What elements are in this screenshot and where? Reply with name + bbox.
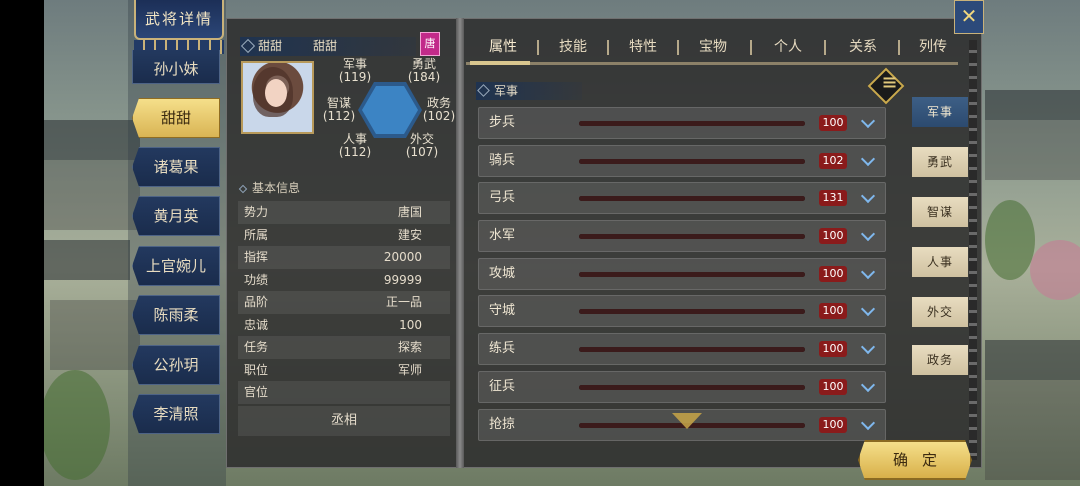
basic-info-heading: 基本信息 [238, 179, 300, 196]
diamond-icon [240, 38, 256, 54]
chevron-down-icon[interactable] [860, 151, 876, 166]
chevron-down-icon[interactable] [860, 264, 876, 279]
category-valor[interactable]: 勇武 [912, 147, 968, 177]
skill-list: 步兵 100 骑兵 102 弓兵 131 水军 100 攻城 100 守城 100 练兵 10… [478, 107, 886, 446]
stat-military: 军事 (119) [338, 57, 372, 84]
character-item[interactable]: 公孙玥 [132, 345, 220, 385]
skill-row[interactable]: 练兵 100 [478, 333, 886, 366]
tab-attributes[interactable]: 属性 [473, 34, 533, 60]
tab-active-indicator [470, 61, 530, 65]
chevron-down-icon[interactable] [860, 377, 876, 392]
info-row: 官位 [238, 381, 450, 404]
stat-diplomacy: 外交 (107) [405, 132, 439, 159]
chevron-down-icon[interactable] [860, 189, 876, 204]
skill-row[interactable]: 骑兵 102 [478, 144, 886, 177]
skill-row[interactable]: 弓兵 131 [478, 182, 886, 215]
chevron-down-icon[interactable] [860, 113, 876, 129]
info-row: 忠诚 100 [244, 317, 422, 332]
diamond-icon [477, 84, 490, 97]
info-row: 所属 建安 [244, 227, 422, 242]
tab-underline [466, 62, 958, 65]
section-heading: 军事 [476, 82, 582, 100]
diamond-icon [238, 184, 248, 194]
character-item[interactable]: 孙小妹 [132, 50, 220, 84]
basic-info-table: 势力 唐国 所属 建安 指挥 20000 功绩 99999 品阶 正一品 忠诚 100 任务… [238, 201, 450, 404]
tab-relations[interactable]: 关系 [833, 34, 893, 60]
stat-valor: 勇武 (184) [407, 57, 441, 84]
skill-row[interactable]: 步兵 100 [478, 107, 886, 139]
info-row: 势力 唐国 [238, 201, 450, 224]
office-value: 丞相 [238, 406, 450, 436]
rope-decoration [969, 40, 977, 460]
confirm-button[interactable]: 确定 [858, 440, 972, 480]
category-politics[interactable]: 政务 [912, 345, 968, 375]
character-item[interactable]: 诸葛果 [132, 147, 220, 187]
category-military[interactable]: 军事 [912, 97, 968, 127]
character-item[interactable]: 陈雨柔 [132, 295, 220, 335]
stat-personnel: 人事 (112) [338, 132, 372, 159]
category-personnel[interactable]: 人事 [912, 247, 968, 277]
chevron-down-icon[interactable] [860, 415, 876, 430]
character-item-selected[interactable]: 甜甜 [132, 98, 220, 138]
general-alt-name: 甜甜 [313, 39, 338, 53]
page-title: 武将详情 [134, 0, 224, 40]
category-diplomacy[interactable]: 外交 [912, 297, 968, 327]
skill-row[interactable]: 征兵 100 [478, 370, 886, 403]
skill-row[interactable]: 攻城 100 [478, 257, 886, 290]
tab-personal[interactable]: 个人 [758, 34, 818, 60]
character-item[interactable]: 黄月英 [132, 196, 220, 236]
close-button[interactable]: ✕ [954, 0, 984, 34]
info-row: 任务 探索 [238, 336, 450, 359]
info-row: 职位 军师 [244, 362, 422, 377]
stat-strategy: 智谋 (112) [322, 96, 356, 123]
category-strategy[interactable]: 智谋 [912, 197, 968, 227]
panel-divider [456, 18, 464, 468]
tab-biography[interactable]: 列传 [903, 34, 963, 60]
character-item[interactable]: 上官婉儿 [132, 246, 220, 286]
general-portrait[interactable] [241, 61, 314, 134]
character-item[interactable]: 李清照 [132, 394, 220, 434]
faction-badge: 唐 [420, 32, 440, 56]
stat-politics: 政务 (102) [422, 96, 456, 123]
tab-bar: 属性 技能 特性 宝物 个人 关系 列传 [468, 34, 960, 62]
general-name-bar: 甜甜 甜甜 [240, 37, 416, 56]
info-row: 品阶 正一品 [238, 291, 450, 314]
tab-treasures[interactable]: 宝物 [683, 34, 743, 60]
chevron-down-icon[interactable] [860, 302, 876, 317]
skill-row[interactable]: 水军 100 [478, 220, 886, 253]
general-name: 甜甜 [258, 39, 283, 53]
chevron-down-icon[interactable] [860, 226, 876, 242]
chevron-down-icon[interactable] [860, 340, 876, 355]
tab-skills[interactable]: 技能 [543, 34, 603, 60]
info-row: 指挥 20000 [238, 246, 450, 269]
tab-traits[interactable]: 特性 [613, 34, 673, 60]
letterbox [0, 0, 44, 486]
skill-row[interactable]: 守城 100 [478, 295, 886, 328]
info-row: 功绩 99999 [244, 272, 422, 287]
